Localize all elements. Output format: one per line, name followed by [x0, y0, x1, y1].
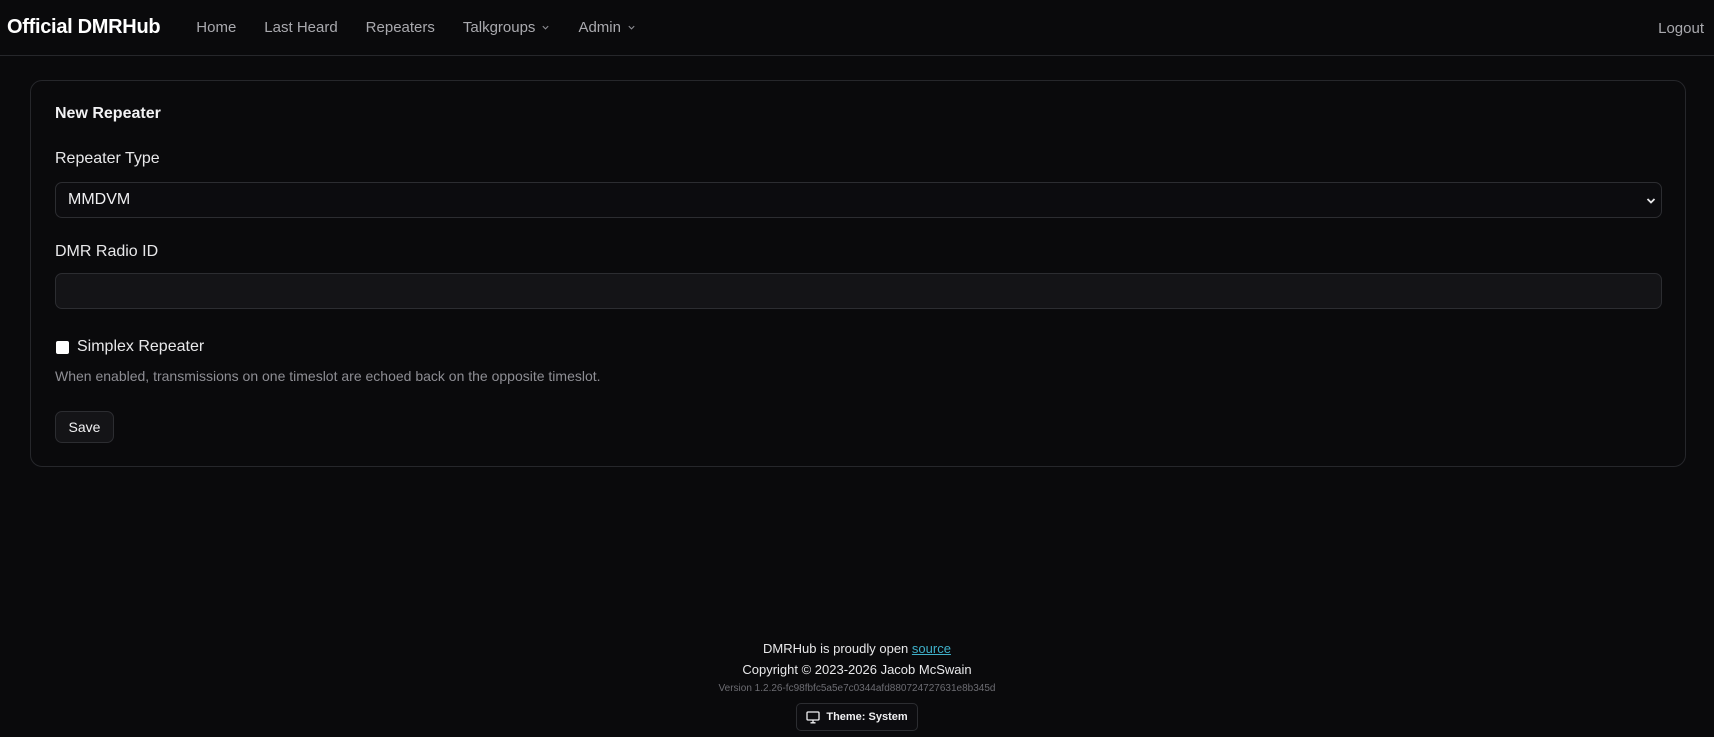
open-source-line: DMRHub is proudly open source	[0, 638, 1714, 659]
nav-item-admin[interactable]: Admin	[578, 19, 636, 36]
chevron-down-icon	[1646, 198, 1656, 204]
simplex-help-text: When enabled, transmissions on one times…	[55, 368, 601, 384]
brand-title[interactable]: Official DMRHub	[7, 16, 161, 39]
open-source-text: DMRHub is proudly open	[763, 641, 909, 656]
nav-item-last-heard[interactable]: Last Heard	[264, 19, 337, 36]
repeater-type-value: MMDVM	[68, 191, 131, 208]
version-text: Version 1.2.26-fc98fbfc5a5e7c0344afd8807…	[718, 683, 996, 694]
chevron-down-icon	[542, 25, 550, 30]
copyright-text: Copyright © 2023-2026 Jacob McSwain	[742, 662, 972, 677]
logout-link[interactable]: Logout	[1658, 0, 1704, 56]
nav-item-label: Home	[196, 19, 237, 36]
source-link[interactable]: source	[912, 641, 951, 656]
radio-id-input[interactable]	[55, 273, 1662, 309]
nav-item-talkgroups[interactable]: Talkgroups	[463, 19, 551, 36]
radio-id-label: DMR Radio ID	[55, 243, 159, 260]
nav-item-label: Last Heard	[264, 19, 338, 36]
nav-item-label: Repeaters	[365, 19, 435, 36]
theme-toggle-button[interactable]: Theme: System	[796, 703, 918, 731]
nav-item-label: Admin	[578, 19, 621, 36]
save-button[interactable]: Save	[55, 411, 114, 443]
repeater-type-select[interactable]: MMDVM	[55, 182, 1662, 218]
simplex-label[interactable]: Simplex Repeater	[77, 338, 204, 356]
chevron-down-icon	[628, 25, 635, 30]
theme-label: Theme: System	[826, 711, 908, 723]
repeater-type-label: Repeater Type	[55, 150, 160, 167]
nav-item-repeaters[interactable]: Repeaters	[366, 19, 435, 36]
nav-item-home[interactable]: Home	[196, 19, 236, 36]
nav-item-label: Talkgroups	[462, 19, 536, 36]
new-repeater-card: New Repeater Repeater Type MMDVM DMR Rad…	[30, 80, 1686, 467]
top-navbar: Official DMRHub Home Last Heard Repeater…	[0, 0, 1714, 56]
page-footer: DMRHub is proudly open source Copyright …	[0, 638, 1714, 731]
monitor-icon	[806, 710, 820, 723]
simplex-checkbox[interactable]	[56, 341, 69, 354]
card-title: New Repeater	[55, 105, 161, 122]
